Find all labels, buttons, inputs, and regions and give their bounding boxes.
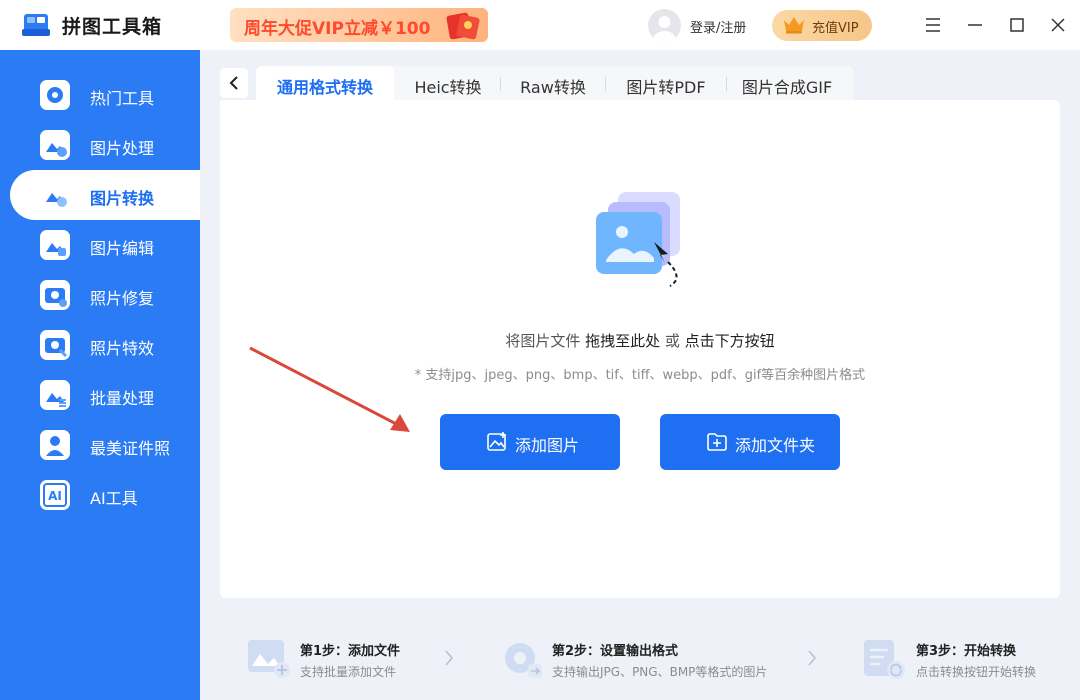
drop-click-text: 点击下方按钮 — [684, 332, 775, 350]
svg-text:AI: AI — [48, 489, 62, 503]
sidebar-item-photo-effects[interactable]: 照片特效 — [10, 320, 200, 370]
step-title: 第1步：添加文件 — [300, 644, 401, 659]
tab-general-format[interactable]: 通用格式转换 — [256, 66, 394, 100]
tab-image-to-gif[interactable]: 图片合成GIF — [727, 66, 847, 100]
sidebar-item-label: 图片编辑 — [90, 239, 155, 258]
step-desc: 点击转换按钮开始转换 — [916, 665, 1037, 679]
vip-label: 充值VIP — [812, 21, 859, 36]
ai-icon: AI — [40, 480, 70, 510]
add-image-icon — [487, 432, 506, 451]
promo-banner[interactable]: 周年大促VIP立减￥100 — [230, 8, 488, 42]
recharge-vip-button[interactable]: 充值VIP — [772, 10, 872, 41]
sidebar-item-id-photo[interactable]: 最美证件照 — [10, 420, 200, 470]
add-file-step-icon — [248, 640, 290, 678]
photo-repair-icon — [40, 280, 70, 310]
chevron-left-icon — [229, 76, 238, 90]
sidebar-item-label: 照片修复 — [90, 289, 155, 308]
app-title: 拼图工具箱 — [62, 16, 163, 38]
sidebar-item-label: 热门工具 — [90, 89, 155, 108]
annotation-arrow-icon — [249, 346, 410, 432]
close-icon[interactable] — [1047, 14, 1069, 36]
sidebar-item-image-convert[interactable]: 图片转换 — [10, 170, 200, 220]
title-bar: 拼图工具箱 周年大促VIP立减￥100 登录/注册 充值VIP — [0, 0, 1080, 50]
minimize-icon[interactable] — [964, 14, 986, 36]
sidebar: 热门工具 图片处理 图片转换 图片编辑 照片修复 照片特效 批量处理 最美证件照… — [0, 50, 200, 700]
back-button[interactable] — [220, 68, 248, 98]
tab-bar: 通用格式转换 Heic转换 Raw转换 图片转PDF 图片合成GIF — [256, 66, 854, 100]
step-desc: 支持输出JPG、PNG、BMP等格式的图片 — [552, 665, 768, 679]
steps-bar: 第1步：添加文件 支持批量添加文件 第2步：设置输出格式 支持输出JPG、PNG… — [200, 618, 1080, 700]
sidebar-item-label: 图片处理 — [90, 139, 155, 158]
sidebar-item-ai-tools[interactable]: AI AI工具 — [10, 470, 200, 520]
image-convert-icon — [40, 180, 70, 210]
sidebar-item-label: 最美证件照 — [90, 439, 171, 458]
sidebar-item-batch[interactable]: 批量处理 — [10, 370, 200, 420]
id-photo-icon — [40, 430, 70, 460]
tools-icon — [40, 80, 70, 110]
tab-raw[interactable]: Raw转换 — [501, 66, 605, 100]
add-image-label: 添加图片 — [515, 436, 580, 455]
sidebar-item-label: AI工具 — [90, 489, 138, 508]
sidebar-item-photo-repair[interactable]: 照片修复 — [10, 270, 200, 320]
add-folder-icon — [707, 433, 727, 451]
batch-icon — [40, 380, 70, 410]
crown-icon — [784, 17, 804, 34]
maximize-icon[interactable] — [1006, 14, 1028, 36]
sidebar-item-image-edit[interactable]: 图片编辑 — [10, 220, 200, 270]
promo-text: 周年大促VIP立减￥100 — [244, 19, 431, 39]
sidebar-item-label: 图片转换 — [90, 189, 155, 208]
sidebar-item-label: 批量处理 — [90, 389, 155, 408]
red-envelope-icon — [446, 12, 480, 40]
image-edit-icon — [40, 230, 70, 260]
user-avatar[interactable] — [648, 9, 681, 42]
add-image-button[interactable]: 添加图片 — [440, 414, 620, 470]
upload-image-icon — [596, 192, 680, 287]
photo-effect-icon — [40, 330, 70, 360]
sidebar-item-label: 照片特效 — [90, 339, 155, 358]
chevron-right-icon — [808, 650, 817, 666]
drop-prefix: 将图片文件 — [505, 332, 586, 350]
app-logo-icon — [22, 14, 50, 36]
step-title: 第2步：设置输出格式 — [552, 644, 679, 659]
add-folder-button[interactable]: 添加文件夹 — [660, 414, 840, 470]
login-register-link[interactable]: 登录/注册 — [690, 17, 746, 36]
step-desc: 支持批量添加文件 — [300, 665, 397, 679]
menu-icon[interactable] — [922, 14, 944, 36]
settings-step-icon — [505, 643, 542, 678]
sidebar-item-hot-tools[interactable]: 热门工具 — [10, 70, 200, 120]
user-icon — [653, 16, 676, 42]
sidebar-item-image-processing[interactable]: 图片处理 — [10, 120, 200, 170]
tab-heic[interactable]: Heic转换 — [396, 66, 500, 100]
step-title: 第3步：开始转换 — [916, 644, 1017, 659]
convert-step-icon — [864, 640, 905, 679]
drop-drag-text: 拖拽至此处 — [585, 332, 661, 350]
tab-image-to-pdf[interactable]: 图片转PDF — [606, 66, 726, 100]
add-folder-label: 添加文件夹 — [735, 436, 816, 455]
drop-or-text: 或 — [660, 332, 685, 350]
image-process-icon — [40, 130, 70, 160]
chevron-right-icon — [445, 650, 454, 666]
